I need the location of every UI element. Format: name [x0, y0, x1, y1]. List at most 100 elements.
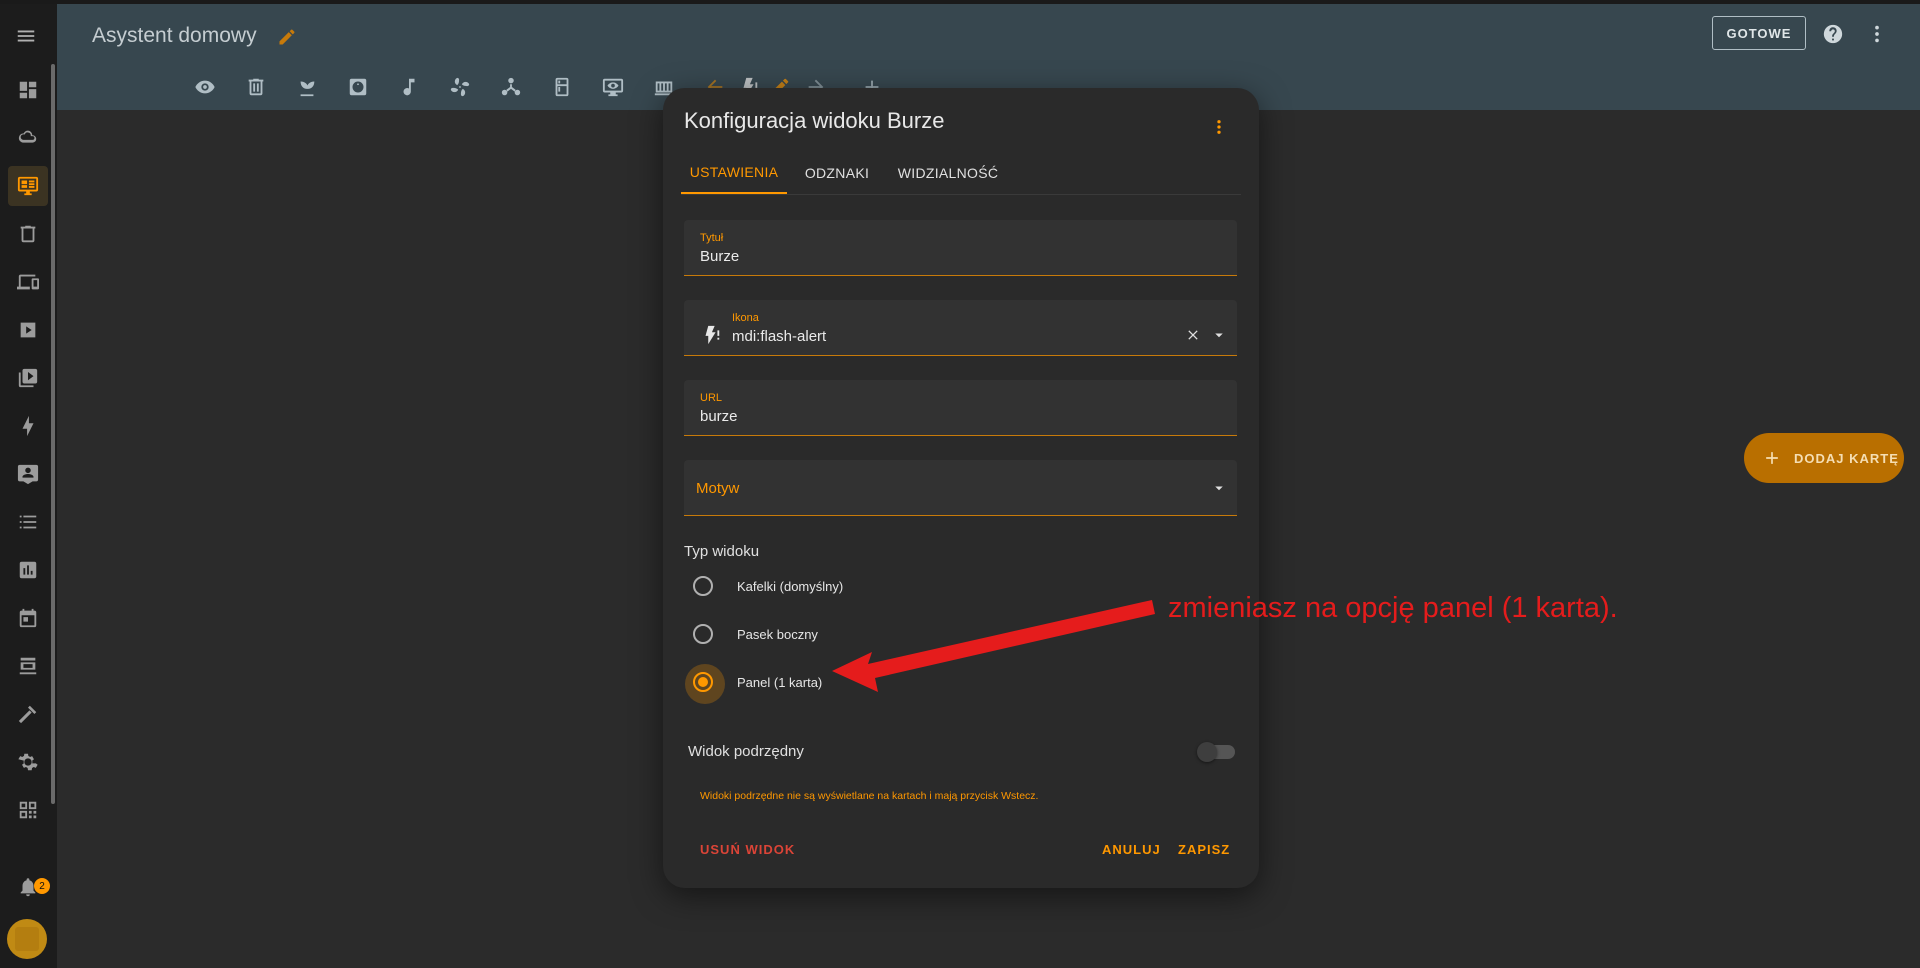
done-button[interactable]: GOTOWE [1712, 16, 1806, 50]
sidebar-item-media[interactable] [8, 358, 48, 398]
sidebar-item-settings[interactable] [8, 742, 48, 782]
icon-field-value: mdi:flash-alert [732, 328, 827, 345]
plus-icon [1766, 452, 1778, 464]
url-field-value: burze [700, 408, 738, 425]
chart-icon [19, 561, 37, 579]
radio-panel[interactable] [685, 664, 725, 704]
sidebar-item-qrcode[interactable] [8, 790, 48, 830]
hammer-icon [18, 705, 37, 724]
radio-panel-label: Panel (1 karta) [737, 674, 823, 690]
edit-title-button[interactable] [274, 24, 300, 50]
title-field[interactable]: Tytuł Burze [684, 220, 1237, 276]
qrcode-icon [19, 801, 37, 819]
sidebar: 2 [0, 4, 57, 968]
sidebar-item-energy[interactable] [8, 406, 48, 446]
radio-tiles-label: Kafelki (domyślny) [737, 578, 844, 594]
radio-sidebar[interactable] [693, 624, 713, 644]
energy-icon [22, 415, 34, 437]
menu-icon[interactable] [8, 18, 44, 54]
sidebar-item-chart[interactable] [8, 550, 48, 590]
annotation-text: zmieniasz na opcję panel (1 karta). [1168, 592, 1618, 624]
subview-hint: Widoki podrzędne nie są wyświetlane na k… [700, 790, 1039, 802]
view-config-dialog: Konfiguracja widoku Burze USTAWIENIA ODZ… [663, 88, 1259, 888]
subview-label: Widok podrzędny [688, 743, 804, 760]
more-vertical-icon [1875, 25, 1879, 43]
icon-dropdown-button[interactable] [1208, 324, 1230, 346]
subview-toggle[interactable] [1197, 742, 1235, 762]
delete-view-button[interactable]: USUŃ WIDOK [700, 842, 795, 857]
pencil-icon [279, 29, 295, 45]
avatar[interactable] [7, 919, 47, 959]
trash-icon [20, 225, 36, 243]
view-type-option-sidebar[interactable]: Pasek boczny [689, 616, 818, 652]
view-tab-trash[interactable] [239, 70, 273, 104]
monitor-icon [17, 176, 39, 196]
sidebar-item-calendar[interactable] [8, 598, 48, 638]
chevron-down-icon [1215, 486, 1223, 491]
page-title: Asystent domowy [92, 24, 257, 47]
hacs-icon [19, 657, 37, 675]
theme-dropdown-button[interactable] [1208, 477, 1230, 499]
view-tab-fridge[interactable] [545, 70, 579, 104]
sidebar-item-developer[interactable] [8, 694, 48, 734]
add-card-button[interactable]: DODAJ KARTĘ [1744, 433, 1904, 483]
music-icon [403, 78, 415, 96]
cancel-button[interactable]: ANULUJ [1102, 842, 1161, 857]
hub-icon [501, 77, 521, 96]
monitor-eye-icon [602, 78, 624, 97]
sidebar-item-play[interactable] [8, 310, 48, 350]
view-tab-robot-vacuum[interactable] [341, 70, 375, 104]
view-type-label: Typ widoku [684, 543, 760, 560]
sidebar-item-trash[interactable] [8, 214, 48, 254]
sidebar-item-monitor[interactable] [8, 166, 48, 206]
notification-badge: 2 [34, 878, 50, 894]
view-type-option-panel[interactable]: Panel (1 karta) [685, 664, 823, 704]
view-tab-plant[interactable] [290, 70, 324, 104]
dialog-title: Konfiguracja widoku Burze [684, 108, 945, 133]
view-tab-monitor-eye[interactable] [596, 70, 630, 104]
theme-select-label: Motyw [696, 480, 740, 497]
title-field-value: Burze [700, 248, 740, 265]
icon-field-label: Ikona [732, 312, 759, 324]
more-vertical-icon [1217, 120, 1221, 134]
title-field-label: Tytuł [700, 232, 724, 244]
subview-row: Widok podrzędny [688, 742, 1238, 762]
flash-alert-icon [705, 325, 720, 345]
clear-icon-button[interactable] [1182, 324, 1204, 346]
person-icon [17, 464, 39, 485]
list-icon [19, 515, 37, 529]
view-tab-fan[interactable] [443, 70, 477, 104]
theme-select[interactable]: Motyw [684, 460, 1237, 516]
sidebar-item-hacs[interactable] [8, 646, 48, 686]
url-field[interactable]: URL burze [684, 380, 1237, 436]
settings-icon [18, 753, 38, 771]
dashboard-icon [19, 81, 37, 99]
fan-icon [450, 77, 470, 97]
more-menu-button[interactable] [1863, 20, 1891, 48]
view-type-option-tiles[interactable]: Kafelki (domyślny) [689, 568, 843, 604]
sidebar-item-devices[interactable] [8, 262, 48, 302]
radio-sidebar-label: Pasek boczny [737, 626, 818, 642]
view-tab-music[interactable] [392, 70, 426, 104]
media-icon [18, 368, 38, 388]
sidebar-item-dashboard[interactable] [8, 70, 48, 110]
tab-settings[interactable]: USTAWIENIA [681, 152, 787, 194]
view-tab-eye[interactable] [188, 70, 222, 104]
view-tab-hub[interactable] [494, 70, 528, 104]
tab-badges[interactable]: ODZNAKI [789, 152, 885, 194]
sidebar-item-person[interactable] [8, 454, 48, 494]
sidebar-item-list[interactable] [8, 502, 48, 542]
help-button[interactable] [1819, 20, 1847, 48]
sidebar-item-weather[interactable] [8, 118, 48, 158]
save-button[interactable]: ZAPISZ [1178, 842, 1230, 857]
weather-icon [18, 130, 37, 143]
radio-tiles[interactable] [693, 576, 713, 596]
trash-icon [248, 78, 264, 96]
tab-visibility[interactable]: WIDZIALNOŚĆ [891, 152, 1005, 194]
sidebar-scrollbar[interactable] [51, 64, 55, 804]
devices-icon [17, 274, 39, 290]
icon-picker-field[interactable]: Ikona mdi:flash-alert [684, 300, 1237, 356]
dialog-more-button[interactable] [1209, 114, 1229, 140]
calendar-icon [19, 608, 37, 628]
chevron-down-icon [1215, 333, 1223, 338]
